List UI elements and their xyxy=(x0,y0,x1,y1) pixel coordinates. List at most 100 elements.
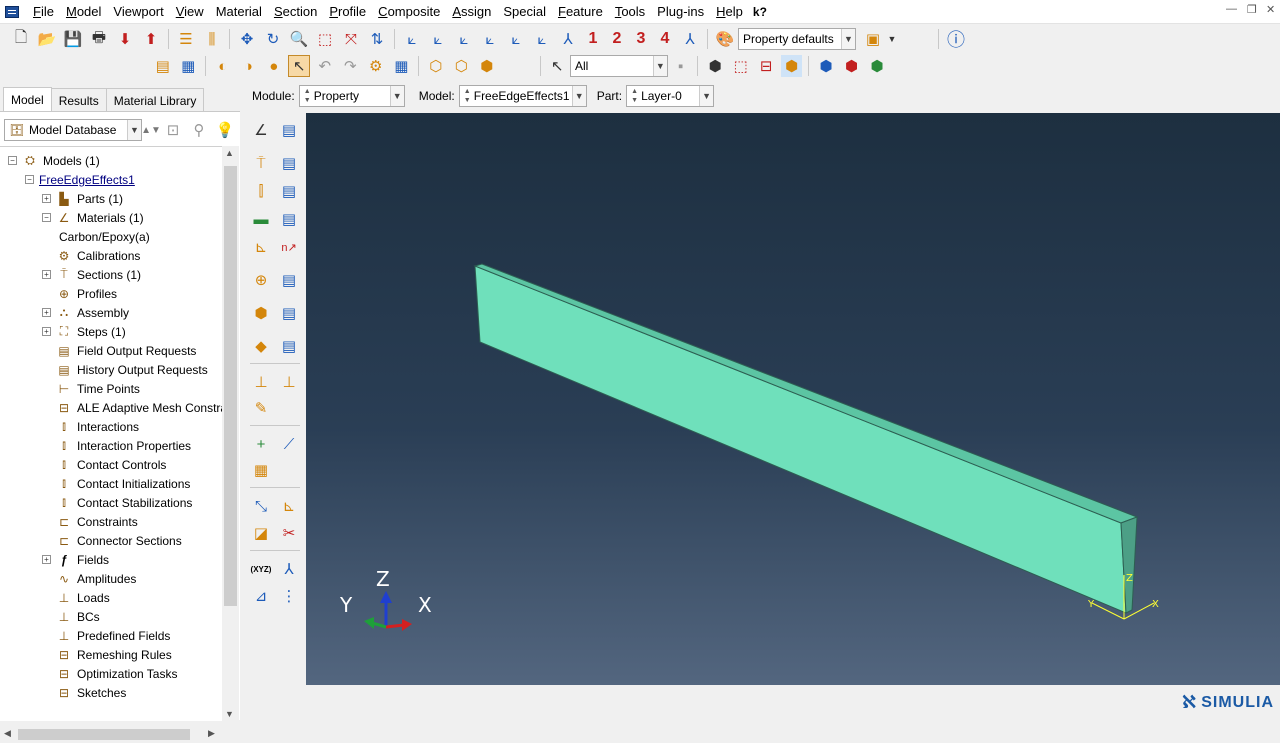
select-entities-icon[interactable]: ⬢ xyxy=(780,55,803,77)
filter-tree-icon[interactable]: ⚲ xyxy=(188,119,210,141)
collapse-icon[interactable]: − xyxy=(25,175,34,184)
select-mode-icon[interactable]: ⊟ xyxy=(755,55,777,77)
tree-node[interactable]: ⫾ Interaction Properties xyxy=(42,436,191,455)
menu-tools[interactable]: Tools xyxy=(609,0,651,24)
tab-material-library[interactable]: Material Library xyxy=(105,88,205,112)
box-zoom-icon[interactable]: ⬚ xyxy=(314,28,336,50)
select-through-icon[interactable]: ⬢ xyxy=(704,55,726,77)
user-view-3-button[interactable]: 3 xyxy=(631,28,651,50)
part-combo[interactable]: ▲ ▼ Layer-0 ▼ xyxy=(626,85,715,107)
tree-node[interactable]: − ∠ Materials (1) xyxy=(42,208,144,227)
query-csys-icon[interactable]: ⊿ xyxy=(249,584,273,608)
create-datum-axis-icon[interactable]: ⟋ xyxy=(277,432,301,456)
module-combo[interactable]: ▲ ▼ Property ▼ xyxy=(298,85,405,107)
chevron-down-icon[interactable]: ▼ xyxy=(888,28,897,50)
tree-node[interactable]: ⫾ Contact Controls xyxy=(42,455,166,474)
create-skin-icon[interactable]: ⬢ xyxy=(249,301,273,325)
collapse-icon[interactable]: − xyxy=(42,213,51,222)
lightbulb-icon[interactable]: 💡 xyxy=(214,119,236,141)
tree-node[interactable]: ⊟ Sketches xyxy=(42,683,126,702)
menu-view[interactable]: View xyxy=(170,0,210,24)
render-style-combo[interactable]: Property defaults ▼ xyxy=(738,28,856,50)
close-icon[interactable]: ✕ xyxy=(1266,3,1275,16)
mesh-cube-icon[interactable]: ⬢ xyxy=(815,55,837,77)
chevron-down-icon[interactable]: ▼ xyxy=(652,56,667,76)
tree-icon[interactable]: ☰ xyxy=(175,28,197,50)
user-view-4-button[interactable]: 4 xyxy=(655,28,675,50)
menu-assign[interactable]: Assign xyxy=(446,0,497,24)
user-view-2-button[interactable]: 2 xyxy=(607,28,627,50)
zoom-icon[interactable]: 🔍 xyxy=(288,28,310,50)
triad-icon[interactable]: ⅄ xyxy=(679,28,701,50)
import-icon[interactable]: ⬇ xyxy=(114,28,136,50)
tree-node[interactable]: ⊥ Predefined Fields xyxy=(42,626,171,645)
partition-cell-icon[interactable]: ⤡ xyxy=(249,494,273,518)
drag-shape-icon[interactable]: ⬚ xyxy=(730,55,752,77)
shaded-cube-icon[interactable]: ⬢ xyxy=(476,55,498,77)
assign-section-icon[interactable]: ⫿ xyxy=(249,179,273,203)
tree-node[interactable]: ▤ Field Output Requests xyxy=(42,341,196,360)
view-back-icon[interactable]: ⟀ xyxy=(427,28,449,50)
partition-cube-icon[interactable]: ⬢ xyxy=(841,55,863,77)
rotate-icon[interactable]: ↻ xyxy=(262,28,284,50)
chevron-down-icon[interactable]: ▼ xyxy=(571,86,586,106)
inertia-manager-icon[interactable]: ⊥ xyxy=(277,370,301,394)
table-icon[interactable]: ▦ xyxy=(178,55,200,77)
expand-icon[interactable]: + xyxy=(42,270,51,279)
user-view-1-button[interactable]: 1 xyxy=(583,28,603,50)
scroll-left-icon[interactable]: ◀ xyxy=(4,728,11,739)
expand-icon[interactable]: + xyxy=(42,555,51,564)
tree-node[interactable]: + ƒ Fields xyxy=(42,550,109,569)
list-icon[interactable]: ▦ xyxy=(391,55,413,77)
view-iso-icon[interactable]: ⅄ xyxy=(557,28,579,50)
chevron-down-icon[interactable]: ▼ xyxy=(127,120,141,140)
tree-node[interactable]: ⊥ Loads xyxy=(42,588,110,607)
new-file-icon[interactable]: 🗋 xyxy=(10,28,32,50)
partition-face-icon[interactable]: ⊾ xyxy=(277,494,301,518)
chevron-down-icon[interactable]: ▼ xyxy=(841,29,855,49)
tree-node[interactable]: ⫾ Contact Stabilizations xyxy=(42,493,192,512)
scroll-down-icon[interactable]: ▼ xyxy=(225,709,234,719)
expand-icon[interactable]: + xyxy=(42,308,51,317)
tree-node[interactable]: ⫾ Interactions xyxy=(42,417,139,436)
tree-node[interactable]: Carbon/Epoxy(a) xyxy=(59,227,150,246)
tree-node[interactable]: + ⛬ Assembly xyxy=(42,303,129,322)
selection-options-icon[interactable]: ▪ xyxy=(670,55,692,77)
feature-manager-icon[interactable]: ⚙ xyxy=(365,55,387,77)
menu-viewport[interactable]: Viewport xyxy=(107,0,169,24)
assignment-manager-icon[interactable]: ▤ xyxy=(277,179,301,203)
tree-node[interactable]: ▤ History Output Requests xyxy=(42,360,207,379)
save-icon[interactable]: 💾 xyxy=(62,28,84,50)
laminate-part-face[interactable] xyxy=(474,265,1127,614)
skin-manager-icon[interactable]: ▤ xyxy=(277,301,301,325)
scrollbar-thumb[interactable] xyxy=(18,729,190,740)
view-bottom-icon[interactable]: ⟀ xyxy=(479,28,501,50)
tree-node[interactable]: ⊏ Constraints xyxy=(42,512,138,531)
menu-file[interactable]: File xyxy=(27,0,60,24)
expand-icon[interactable]: + xyxy=(42,194,51,203)
app-icon[interactable] xyxy=(5,5,19,18)
layup-manager-icon[interactable]: ▤ xyxy=(277,207,301,231)
create-stringer-icon[interactable]: ◆ xyxy=(249,334,273,358)
tab-model[interactable]: Model xyxy=(3,87,52,113)
menu-help[interactable]: Help xyxy=(710,0,749,24)
redo-icon[interactable]: ↷ xyxy=(340,55,362,77)
chevron-down-icon[interactable]: ▼ xyxy=(389,86,404,106)
pan-icon[interactable]: ✥ xyxy=(236,28,258,50)
create-material-icon[interactable]: ∠ xyxy=(249,118,273,142)
color-palette-icon[interactable]: 🎨 xyxy=(714,28,736,50)
scrollbar-thumb[interactable] xyxy=(224,166,237,606)
whats-this-button[interactable]: k? xyxy=(753,5,767,19)
tree-node[interactable]: ⚙ Calibrations xyxy=(42,246,141,265)
scroll-right-icon[interactable]: ▶ xyxy=(208,728,215,739)
cut-icon[interactable]: ✂ xyxy=(277,521,301,545)
expand-icon[interactable]: + xyxy=(42,327,51,336)
menu-section[interactable]: Section xyxy=(268,0,323,24)
graphics-viewport[interactable]: Z Y X Z Y X xyxy=(306,113,1280,685)
color-code-icon[interactable]: ▣ xyxy=(862,28,884,50)
collapse-tree-icon[interactable]: ⊡ xyxy=(162,119,184,141)
tree-node[interactable]: ⊏ Connector Sections xyxy=(42,531,182,550)
tab-results[interactable]: Results xyxy=(50,88,107,112)
create-inertia-icon[interactable]: ⊥ xyxy=(249,370,273,394)
open-file-icon[interactable]: 📂 xyxy=(36,28,58,50)
